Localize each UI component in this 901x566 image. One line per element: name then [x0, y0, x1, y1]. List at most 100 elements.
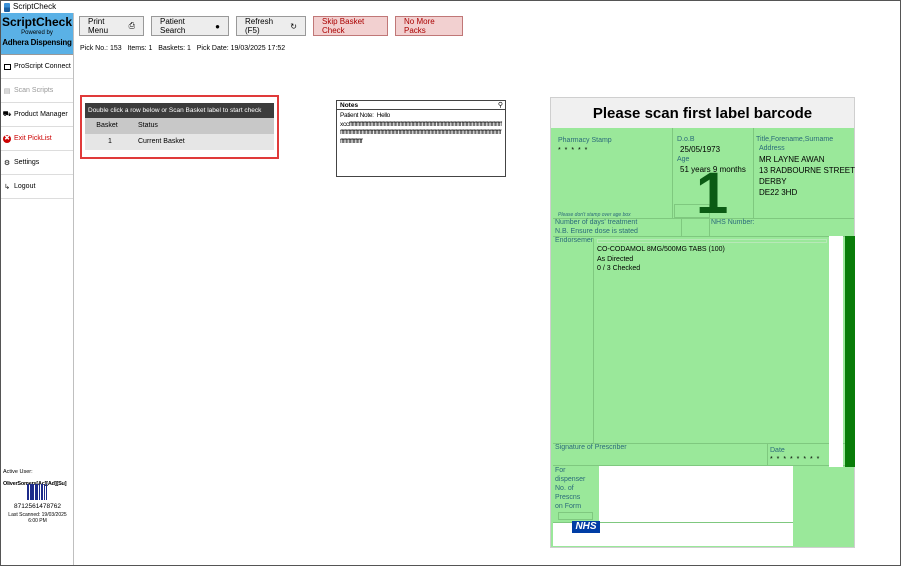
form-margin	[829, 236, 843, 467]
pharmacy-stamp-label: Pharmacy Stamp	[558, 137, 612, 144]
signature-label: Signature of Prescriber	[555, 444, 627, 451]
print-menu-button[interactable]: Print Menu ⎙	[79, 16, 144, 36]
basket-instruction: Double click a row below or Scan Basket …	[85, 103, 274, 118]
dose-note: N.B. Ensure dose is stated	[555, 228, 638, 235]
basket-number-cell: 1	[108, 138, 112, 145]
barcode-icon	[27, 484, 47, 500]
prescription-form: Please scan first label barcode Pharmacy…	[550, 97, 855, 548]
dispenser-area	[599, 466, 793, 522]
date-label: Date	[770, 447, 785, 454]
dispenser-label-1: For	[555, 467, 566, 474]
dispenser-label-3: No. of	[555, 485, 574, 492]
basket-count: Baskets: 1	[158, 45, 191, 52]
sidebar-item-exit-picklist[interactable]: ✖ Exit PickList	[1, 127, 73, 151]
dob-label: D.o.B	[677, 136, 695, 143]
sidebar-item-label: ProScript Connect	[14, 63, 71, 70]
sidebar-item-proscript-connect[interactable]: ProScript Connect	[1, 55, 73, 79]
active-user-label: Active User:	[3, 469, 33, 475]
brand-company: Adhera Dispensing	[2, 38, 72, 47]
basket-panel: Double click a row below or Scan Basket …	[80, 95, 279, 159]
notes-panel: Notes ⚲ Patient Note: Hello xccfffffffff…	[336, 100, 506, 177]
pharmacy-stamp-value: * * * * *	[558, 147, 589, 154]
refresh-icon: ↻	[290, 21, 297, 31]
no-more-packs-button[interactable]: No More Packs	[395, 16, 463, 36]
notes-title: Notes ⚲	[337, 101, 505, 110]
sidebar-item-product-manager[interactable]: ⛟ Product Manager	[1, 103, 73, 127]
column-header-basket: Basket	[96, 122, 118, 129]
dispenser-label-4: Prescns	[555, 494, 581, 501]
last-scanned-time: 6:00 PM	[28, 518, 47, 524]
nhs-logo: NHS	[572, 521, 600, 533]
title-bar: ScriptCheck	[1, 1, 900, 13]
column-header-status: Status	[138, 122, 158, 129]
no-more-packs-label: No More Packs	[404, 17, 435, 35]
form-divider	[767, 443, 768, 465]
scan-prompt: Please scan first label barcode	[551, 98, 854, 128]
name-label: Title,Forename,Surname	[756, 136, 834, 143]
patient-search-label: Patient Search	[160, 17, 186, 35]
directions: As Directed	[597, 256, 634, 263]
brand-name: ScriptCheck	[1, 15, 73, 29]
dob-value: 25/05/1973	[680, 145, 721, 154]
truck-icon: ⛟	[2, 111, 12, 118]
basket-table-header: Basket Status	[85, 118, 274, 134]
endorsements-label: Endorsements	[555, 237, 593, 244]
app-window: ScriptCheck ScriptCheck Powered by Adher…	[0, 0, 901, 566]
skip-basket-check-button[interactable]: Skip Basket Check	[313, 16, 388, 36]
sidebar: ScriptCheck Powered by Adhera Dispensing…	[1, 13, 74, 565]
form-divider	[753, 128, 754, 218]
nhs-number-label: NHS Number:	[711, 219, 755, 226]
checked-status: 0 / 3 Checked	[597, 265, 641, 272]
patient-name: MR LAYNE AWAN	[759, 155, 825, 164]
app-icon	[4, 2, 10, 12]
exit-icon: ✖	[3, 134, 11, 143]
sidebar-item-label: Logout	[14, 183, 36, 190]
sidebar-item-logout[interactable]: ↳ Logout	[1, 175, 73, 199]
form-divider	[593, 238, 594, 443]
address-line-2: DERBY	[759, 177, 787, 186]
sidebar-item-label: Product Manager	[14, 111, 68, 118]
window-title: ScriptCheck	[13, 2, 57, 11]
address-label: Address	[759, 145, 785, 152]
pick-info: Pick No.: 153 Items: 1 Baskets: 1 Pick D…	[80, 45, 285, 52]
gear-icon: ⚙	[3, 159, 11, 167]
patient-search-button[interactable]: Patient Search ●	[151, 16, 229, 36]
notes-text: Patient Note: Hello xccfffffffffffffffff…	[340, 112, 502, 145]
item-count: Items: 1	[127, 45, 153, 52]
age-label: Age	[677, 156, 690, 163]
scan-icon: ▤	[3, 87, 11, 95]
sidebar-item-label: Exit PickList	[14, 135, 52, 142]
dispenser-label-2: dispenser	[555, 476, 586, 483]
box-icon	[3, 63, 11, 71]
print-menu-label: Print Menu	[88, 17, 109, 35]
sidebar-item-settings[interactable]: ⚙ Settings	[1, 151, 73, 175]
toolbar: Print Menu ⎙ Patient Search ● Refresh (F…	[79, 16, 463, 36]
logout-icon: ↳	[4, 183, 10, 191]
form-divider	[681, 218, 682, 236]
date-value: * * * * * * * *	[770, 456, 821, 463]
rx-item-bar	[597, 239, 827, 243]
sidebar-item-label: Settings	[14, 159, 40, 166]
brand-powered-by: Powered by	[21, 30, 53, 36]
user-card-id: 8712561478762	[14, 503, 61, 510]
status-bar	[845, 236, 855, 467]
printer-icon: ⎙	[128, 21, 135, 30]
pick-date: Pick Date: 19/03/2025 17:52	[196, 45, 286, 52]
basket-status-cell: Current Basket	[138, 138, 185, 145]
days-treatment-label: Number of days' treatment	[555, 219, 638, 226]
refresh-button[interactable]: Refresh (F5) ↻	[236, 16, 306, 36]
skip-basket-check-label: Skip Basket Check	[322, 17, 365, 35]
search-icon[interactable]: ⚲	[498, 101, 503, 110]
table-row[interactable]: 1 Current Basket	[85, 134, 274, 150]
address-line-1: 13 RADBOURNE STREET	[759, 166, 856, 175]
person-icon: ●	[215, 21, 220, 31]
last-scanned: Last Scanned: 19/03/2025 6:00 PM	[1, 512, 74, 524]
age-box-note: Please don't stamp over age box	[558, 212, 631, 218]
form-divider	[672, 128, 673, 218]
sidebar-item-scan-scripts[interactable]: ▤ Scan Scripts	[1, 79, 73, 103]
dispenser-label-5: on Form	[555, 503, 582, 510]
pick-number: Pick No.: 153	[80, 45, 122, 52]
notes-title-label: Notes	[340, 102, 359, 109]
sidebar-item-label: Scan Scripts	[14, 87, 54, 94]
refresh-label: Refresh (F5)	[245, 17, 274, 35]
